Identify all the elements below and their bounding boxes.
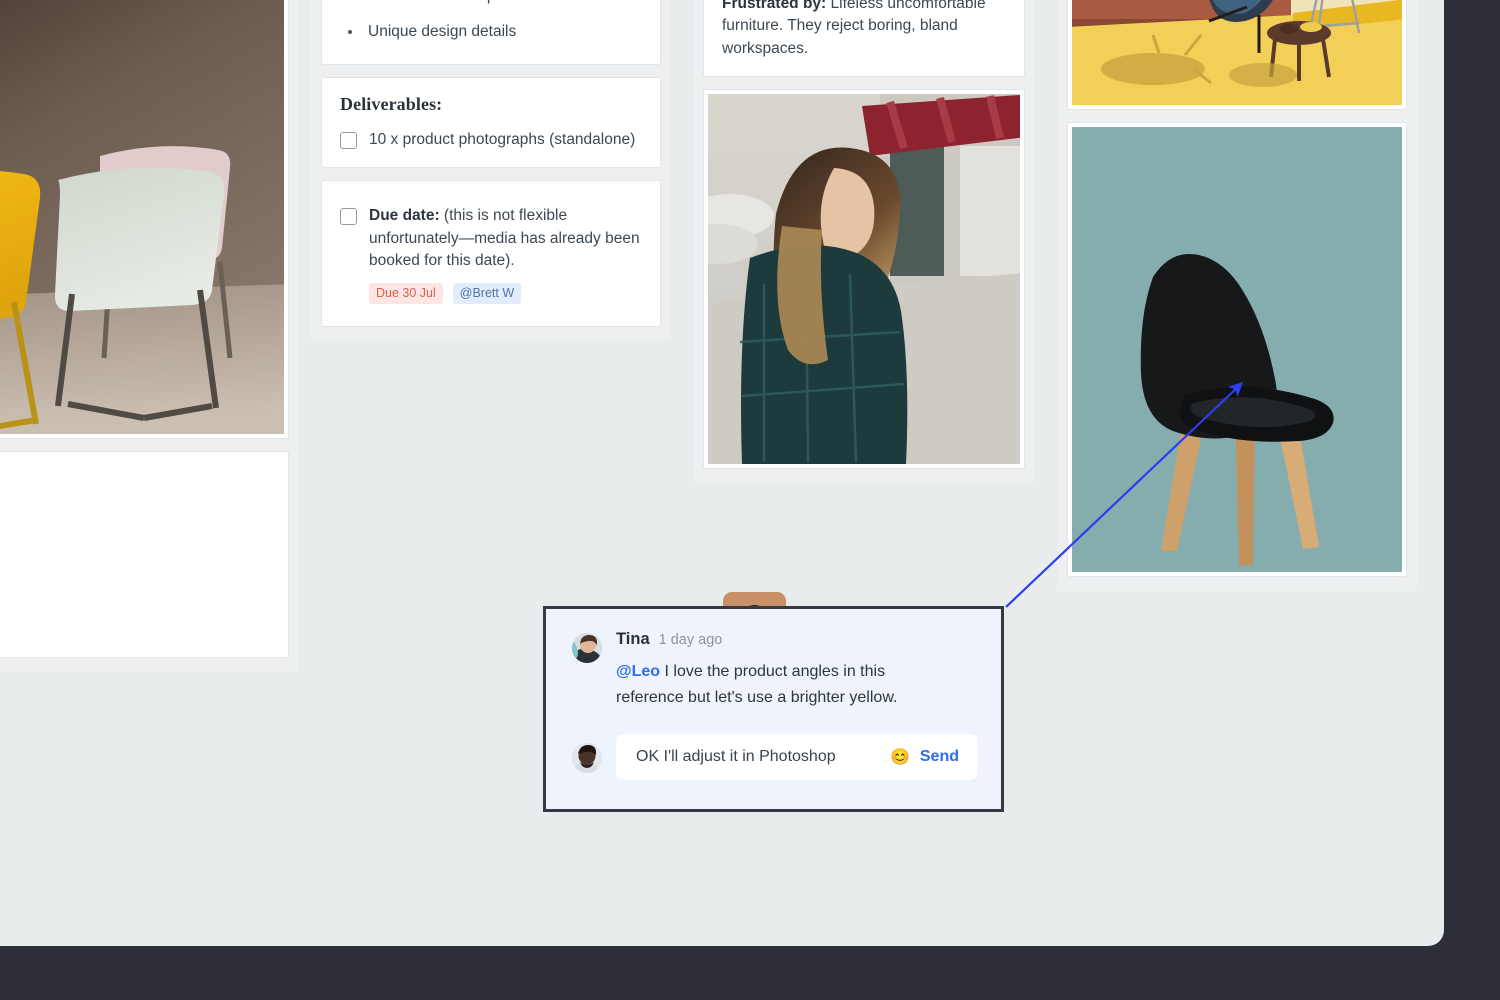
board-column-shotlist[interactable]: photographs to help promote the new rang… (311, 0, 671, 341)
card-portrait-photo[interactable] (703, 89, 1025, 469)
board-column-references[interactable] (1057, 0, 1417, 591)
frustrated-by-label: Frustrated by: (722, 0, 826, 12)
due-date-label: Due date: (369, 207, 440, 224)
comment-thread: Tina 1 day ago @Leo I love the product a… (572, 631, 977, 712)
card-teal-chair-photo[interactable] (1067, 122, 1407, 577)
reply-row[interactable]: OK I'll adjust it in Photoshop 😊 Send (572, 734, 977, 780)
shot-capture-list: The range of colors The craftsmanship Un… (340, 0, 642, 44)
list-item: Fun (0, 580, 270, 602)
mustard-room-photo (1072, 0, 1402, 105)
avatar-leo[interactable] (572, 743, 602, 773)
deliverable-item[interactable]: 10 x product photographs (standalone) (340, 129, 642, 151)
card-due-date[interactable]: Due date: (this is not flexible unfortun… (321, 180, 661, 327)
card-chairs-photo[interactable] (0, 0, 289, 439)
status-badge-assignee[interactable]: @Brett W (453, 283, 521, 304)
card-brand-personality[interactable]: Brand personality Luxury Colorful Fun Or… (0, 451, 289, 658)
comment-author: Tina (616, 631, 650, 648)
list-item: Luxury (0, 503, 270, 525)
list-item: Organic (0, 618, 270, 640)
avatar-tina[interactable] (572, 633, 602, 663)
list-item: Colorful (0, 541, 270, 563)
card-shot-requirements[interactable]: photographs to help promote the new rang… (321, 0, 661, 65)
list-item: The craftsmanship (340, 0, 642, 7)
deliverables-heading: Deliverables: (340, 94, 642, 115)
due-date-checkbox[interactable] (340, 208, 357, 225)
brand-personality-heading: Brand personality (0, 468, 270, 489)
deliverable-checkbox[interactable] (340, 132, 357, 149)
teal-chair-reference-photo (1072, 127, 1402, 572)
card-audience-text[interactable]: spaces like museums and convention centr… (703, 0, 1025, 77)
due-date-tags: Due 30 Jul @Brett W (369, 283, 642, 304)
board-column-audience[interactable]: spaces like museums and convention centr… (693, 0, 1035, 483)
status-badge-due[interactable]: Due 30 Jul (369, 283, 443, 304)
reply-input[interactable]: OK I'll adjust it in Photoshop 😊 Send (616, 734, 977, 780)
comment-mention[interactable]: @Leo (616, 663, 660, 680)
brand-personality-list: Luxury Colorful Fun Organic (0, 503, 270, 641)
comment-timestamp: 1 day ago (659, 633, 723, 648)
due-date-item[interactable]: Due date: (this is not flexible unfortun… (340, 205, 642, 272)
list-item: Unique design details (340, 21, 642, 43)
chairs-studio-photo (0, 0, 284, 434)
card-deliverables[interactable]: Deliverables: 10 x product photographs (… (321, 77, 661, 168)
comment-body: @Leo I love the product angles in this r… (616, 659, 936, 712)
board-column-brief[interactable]: ebrates color and creativity. Designed t… (0, 0, 299, 672)
reply-input-value: OK I'll adjust it in Photoshop (636, 748, 880, 766)
deliverable-label: 10 x product photographs (standalone) (369, 129, 635, 151)
comment-meta: Tina 1 day ago (616, 631, 936, 648)
card-room-photo[interactable] (1067, 0, 1407, 110)
smiley-icon[interactable]: 😊 (890, 747, 910, 767)
street-portrait-photo (708, 94, 1020, 464)
send-button[interactable]: Send (920, 748, 959, 766)
comment-popup[interactable]: Tina 1 day ago @Leo I love the product a… (543, 606, 1004, 812)
